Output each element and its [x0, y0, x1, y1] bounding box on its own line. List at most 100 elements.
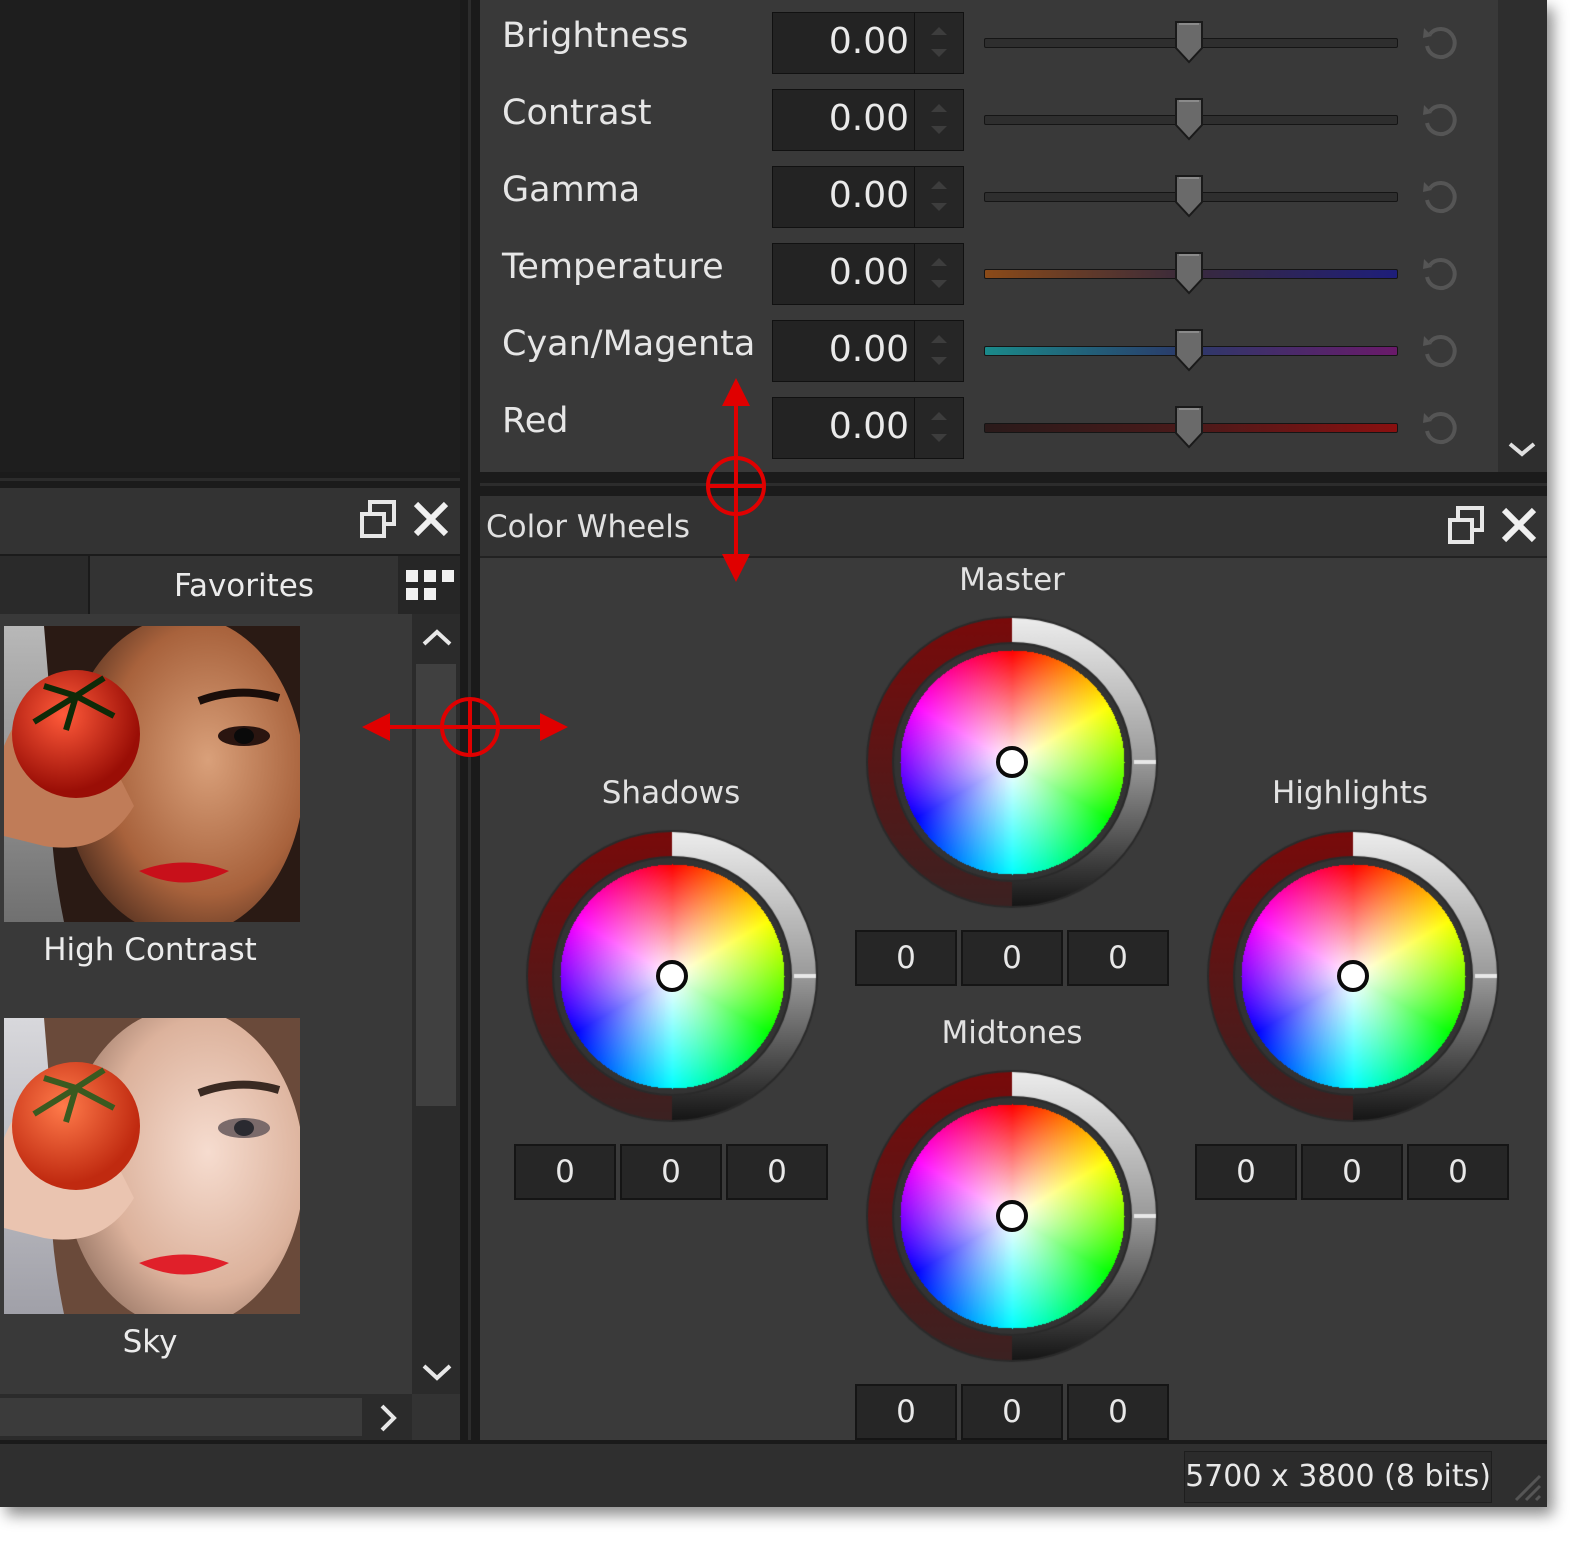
shadows-color-wheel[interactable] [522, 826, 822, 1126]
midtones-value-2[interactable]: 0 [961, 1384, 1063, 1440]
cyan-magenta-value: 0.00 [828, 329, 909, 370]
contrast-input[interactable]: 0.00 [772, 89, 964, 151]
spin-up-icon[interactable] [931, 258, 947, 266]
temperature-slider-thumb[interactable] [1174, 251, 1204, 295]
reset-icon[interactable] [1420, 99, 1460, 139]
shadows-values: 0 0 0 [514, 1144, 830, 1202]
presets-scroll-thumb[interactable] [416, 664, 456, 1106]
cyan-magenta-slider-thumb[interactable] [1174, 328, 1204, 372]
red-slider-thumb[interactable] [1174, 405, 1204, 449]
midtones-value-3[interactable]: 0 [1067, 1384, 1169, 1440]
status-bar-divider [0, 1440, 1547, 1444]
preset-thumbnail-high-contrast[interactable] [4, 626, 300, 922]
highlights-value-3[interactable]: 0 [1407, 1144, 1509, 1200]
reset-icon[interactable] [1420, 176, 1460, 216]
master-value-2[interactable]: 0 [961, 930, 1063, 986]
presets-hscroll-thumb[interactable] [0, 1398, 362, 1436]
contrast-slider-thumb[interactable] [1174, 97, 1204, 141]
shadows-label: Shadows [601, 775, 741, 811]
spin-down-icon[interactable] [931, 126, 947, 134]
reset-icon[interactable] [1420, 330, 1460, 370]
color-wheels-title: Color Wheels [486, 509, 690, 545]
master-color-wheel[interactable] [862, 612, 1162, 912]
chevron-up-icon[interactable] [420, 626, 454, 650]
contrast-spinner[interactable] [914, 90, 963, 150]
spin-down-icon[interactable] [931, 49, 947, 57]
color-wheels-header: Color Wheels [480, 496, 1547, 556]
scroll-right-button[interactable] [366, 1396, 410, 1438]
tab-other[interactable] [0, 556, 90, 614]
reset-icon[interactable] [1420, 253, 1460, 293]
spin-down-icon[interactable] [931, 280, 947, 288]
chevron-down-icon[interactable] [420, 1360, 454, 1384]
contrast-label: Contrast [502, 93, 652, 133]
cyan-magenta-input[interactable]: 0.00 [772, 320, 964, 382]
red-spinner[interactable] [914, 398, 963, 458]
gamma-spinner[interactable] [914, 167, 963, 227]
spin-down-icon[interactable] [931, 357, 947, 365]
temperature-input[interactable]: 0.00 [772, 243, 964, 305]
temperature-label: Temperature [502, 247, 724, 287]
highlights-values: 0 0 0 [1195, 1144, 1511, 1202]
spin-up-icon[interactable] [931, 335, 947, 343]
spin-up-icon[interactable] [931, 27, 947, 35]
contrast-value: 0.00 [828, 98, 909, 139]
highlights-value-2[interactable]: 0 [1301, 1144, 1403, 1200]
resize-grip-icon[interactable] [1510, 1470, 1544, 1504]
close-icon[interactable] [1498, 504, 1540, 546]
master-wheel-handle[interactable] [996, 746, 1028, 778]
preset-caption: Sky [122, 1324, 178, 1360]
brightness-slider-thumb[interactable] [1174, 20, 1204, 64]
horizontal-splitter-line [480, 483, 1547, 486]
midtones-wheel-handle[interactable] [996, 1200, 1028, 1232]
red-label: Red [502, 401, 569, 441]
spin-up-icon[interactable] [931, 104, 947, 112]
image-dimensions: 5700 x 3800 (8 bits) [1184, 1451, 1492, 1503]
gamma-slider-thumb[interactable] [1174, 174, 1204, 218]
chevron-right-icon[interactable] [376, 1402, 400, 1434]
cyan-magenta-spinner[interactable] [914, 321, 963, 381]
spin-up-icon[interactable] [931, 181, 947, 189]
shadows-value-2[interactable]: 0 [620, 1144, 722, 1200]
reset-icon[interactable] [1420, 22, 1460, 62]
highlights-value-1[interactable]: 0 [1195, 1144, 1297, 1200]
shadows-wheel-handle[interactable] [656, 960, 688, 992]
tab-favorites[interactable]: Favorites [90, 556, 398, 614]
temperature-spinner[interactable] [914, 244, 963, 304]
scroll-corner [412, 1394, 460, 1440]
midtones-values: 0 0 0 [855, 1384, 1171, 1442]
gamma-input[interactable]: 0.00 [772, 166, 964, 228]
spin-up-icon[interactable] [931, 412, 947, 420]
restore-window-icon[interactable] [358, 498, 400, 540]
brightness-value: 0.00 [828, 21, 909, 62]
spin-down-icon[interactable] [931, 203, 947, 211]
spin-down-icon[interactable] [931, 434, 947, 442]
cyan-magenta-label: Cyan/Magenta [502, 324, 756, 364]
preset-caption: High Contrast [43, 932, 257, 968]
adjustments-scrollbar[interactable] [1498, 0, 1547, 472]
preset-thumbnail-sky[interactable] [4, 1018, 300, 1314]
highlights-wheel-handle[interactable] [1337, 960, 1369, 992]
reset-icon[interactable] [1420, 407, 1460, 447]
red-input[interactable]: 0.00 [772, 397, 964, 459]
brightness-input[interactable]: 0.00 [772, 12, 964, 74]
shadows-value-3[interactable]: 0 [726, 1144, 828, 1200]
highlights-color-wheel[interactable] [1203, 826, 1503, 1126]
grid-view-icon[interactable] [404, 566, 456, 606]
master-value-1[interactable]: 0 [855, 930, 957, 986]
midtones-value-1[interactable]: 0 [855, 1384, 957, 1440]
presets-panel-header [0, 488, 460, 554]
left-splitter-line [0, 478, 460, 481]
master-value-3[interactable]: 0 [1067, 930, 1169, 986]
midtones-color-wheel[interactable] [862, 1066, 1162, 1366]
gamma-value: 0.00 [828, 175, 909, 216]
close-icon[interactable] [410, 498, 452, 540]
red-value: 0.00 [828, 406, 909, 447]
restore-window-icon[interactable] [1446, 504, 1488, 546]
highlights-label: Highlights [1271, 775, 1429, 811]
brightness-spinner[interactable] [914, 13, 963, 73]
tab-favorites-label: Favorites [173, 568, 315, 604]
chevron-down-icon[interactable] [1506, 438, 1538, 460]
brightness-label: Brightness [502, 16, 689, 56]
shadows-value-1[interactable]: 0 [514, 1144, 616, 1200]
